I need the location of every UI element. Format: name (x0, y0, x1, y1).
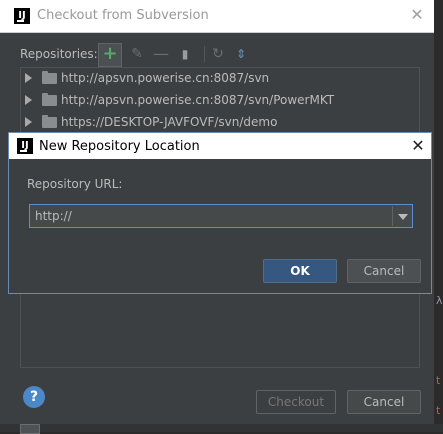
chevron-down-icon[interactable] (392, 206, 413, 226)
ok-button[interactable]: OK (263, 259, 337, 283)
edit-icon[interactable]: ▮ (174, 43, 196, 65)
expand-arrow-icon[interactable] (25, 73, 32, 83)
cancel-button[interactable]: Cancel (347, 259, 421, 283)
tool-window-icon[interactable] (20, 424, 40, 434)
repository-item[interactable]: http://apsvn.powerise.cn:8087/svn (21, 68, 419, 90)
repository-item[interactable]: http://apsvn.powerise.cn:8087/svn/PowerM… (21, 90, 419, 112)
repository-url-text: http://apsvn.powerise.cn:8087/svn (61, 71, 270, 85)
checkout-dialog-titlebar: IJ Checkout from Subversion ✕ (0, 0, 434, 33)
repository-url-input[interactable] (30, 205, 400, 227)
expand-arrow-icon[interactable] (25, 117, 32, 127)
new-repository-titlebar: IJ New Repository Location ✕ (9, 133, 431, 159)
browse-icon[interactable]: ✎ (126, 43, 148, 65)
repository-url-label: Repository URL: (27, 177, 123, 191)
folder-icon (42, 93, 57, 106)
repository-url-text: https://DESKTOP-JAVFOVF/svn/demo (61, 115, 278, 129)
checkout-dialog-title: Checkout from Subversion (37, 8, 209, 23)
new-repository-close-icon[interactable]: ✕ (407, 135, 429, 157)
repository-url-combobox[interactable] (29, 204, 413, 228)
remove-repository-icon[interactable]: — (150, 43, 172, 65)
collapse-all-icon[interactable]: ⇕ (230, 43, 252, 65)
add-repository-button[interactable]: + (98, 43, 122, 67)
toolbar-separator (204, 46, 205, 62)
checkout-cancel-button[interactable]: Cancel (347, 390, 421, 414)
repository-tree: http://apsvn.powerise.cn:8087/svn http:/… (20, 67, 420, 133)
editor-glyph: t (436, 374, 441, 387)
editor-glyph: t (436, 404, 441, 417)
expand-arrow-icon[interactable] (25, 95, 32, 105)
intellij-app-icon: IJ (17, 138, 33, 154)
repository-item[interactable]: https://DESKTOP-JAVFOVF/svn/demo (21, 112, 419, 132)
repository-browser-panel (20, 292, 420, 368)
refresh-icon[interactable]: ↻ (207, 43, 229, 65)
new-repository-dialog: IJ New Repository Location ✕ Repository … (8, 132, 432, 294)
ide-editor-edge (434, 0, 443, 432)
folder-icon (42, 71, 57, 84)
editor-glyph: λ (436, 294, 443, 307)
checkout-button[interactable]: Checkout (256, 390, 336, 414)
ide-status-strip (0, 424, 443, 432)
folder-icon (42, 115, 57, 128)
repository-url-text: http://apsvn.powerise.cn:8087/svn/PowerM… (61, 93, 335, 107)
intellij-app-icon: IJ (14, 8, 30, 24)
new-repository-title: New Repository Location (39, 139, 200, 154)
repositories-label: Repositories: (20, 47, 98, 61)
checkout-close-icon[interactable]: ✕ (406, 4, 428, 26)
help-button[interactable]: ? (23, 386, 45, 408)
